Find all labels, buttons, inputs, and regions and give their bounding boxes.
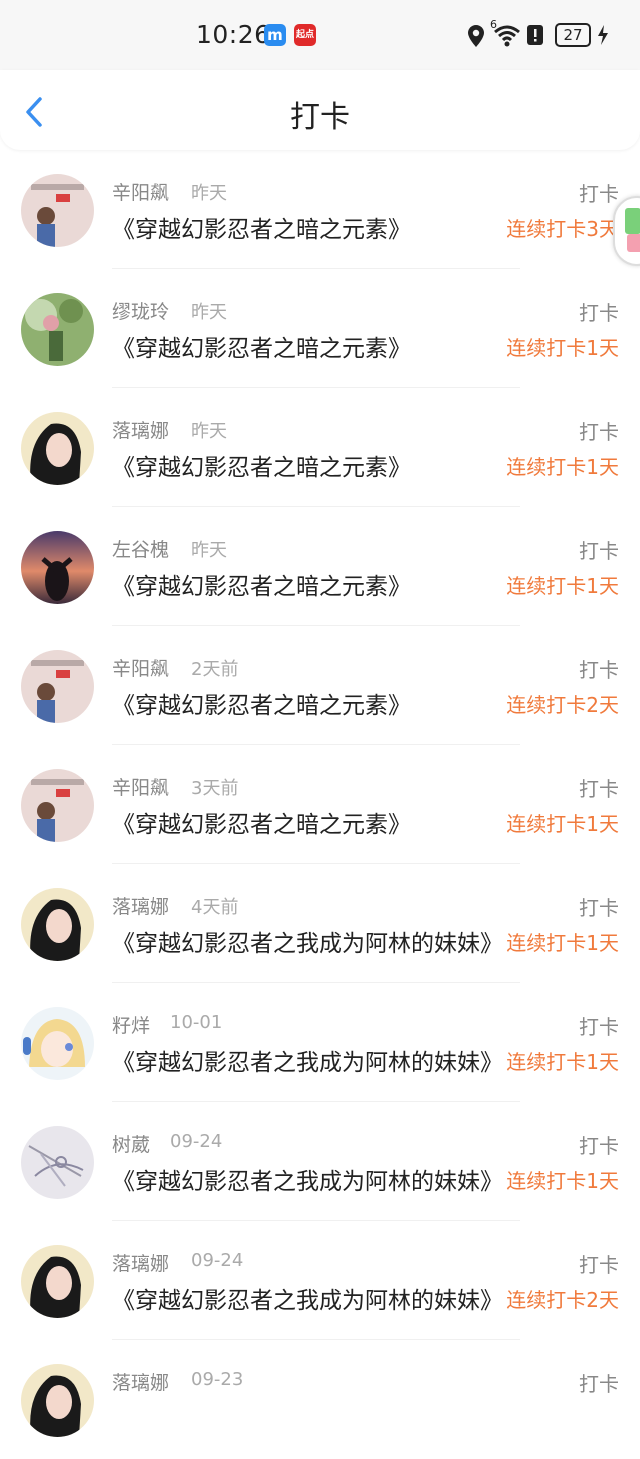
checkin-time: 10-01: [170, 1012, 223, 1033]
navigation-bar: 打卡: [0, 70, 640, 150]
book-title[interactable]: 《穿越幻影忍者之暗之元素》: [112, 567, 504, 601]
checkin-time: 昨天: [191, 421, 227, 442]
qidian-icon: 起点: [294, 24, 316, 46]
avatar[interactable]: [21, 293, 94, 366]
status-bar: 10:26 m 起点 6 27: [0, 0, 640, 70]
list-item[interactable]: 辛阳飙 2天前 打卡 《穿越幻影忍者之暗之元素》 连续打卡2天: [0, 626, 640, 745]
list-item[interactable]: 落璃娜 09-23 打卡: [0, 1340, 640, 1459]
avatar[interactable]: [21, 1364, 94, 1437]
status-time: 10:26: [196, 20, 271, 49]
list-item[interactable]: 缪珑玲 昨天 打卡 《穿越幻影忍者之暗之元素》 连续打卡1天: [0, 269, 640, 388]
list-item[interactable]: 辛阳飙 昨天 打卡 《穿越幻影忍者之暗之元素》 连续打卡3天: [0, 150, 640, 269]
checkin-time: 昨天: [191, 302, 227, 323]
streak-count: 连续打卡1天: [506, 1050, 619, 1074]
streak-count: 连续打卡1天: [506, 931, 619, 955]
streak-count: 连续打卡2天: [506, 1288, 619, 1312]
list-item[interactable]: 树葳 09-24 打卡 《穿越幻影忍者之我成为阿林的妹妹》 连续打卡1天: [0, 1102, 640, 1221]
floating-widget[interactable]: [613, 196, 640, 266]
username[interactable]: 缪珑玲: [112, 297, 169, 324]
streak-count: 连续打卡2天: [506, 693, 619, 717]
checkin-time: 09-23: [191, 1369, 244, 1390]
network-type-label: 6: [490, 18, 497, 31]
username[interactable]: 树葳: [112, 1130, 150, 1157]
checkin-label: 打卡: [579, 777, 619, 801]
username[interactable]: 辛阳飙: [112, 654, 169, 681]
checkin-time: 09-24: [191, 1250, 244, 1271]
avatar[interactable]: [21, 888, 94, 961]
username[interactable]: 籽烊: [112, 1011, 150, 1038]
streak-count: 连续打卡1天: [506, 812, 619, 836]
streak-count: 连续打卡1天: [506, 336, 619, 360]
meituan-m-icon: m: [264, 24, 286, 46]
charging-icon: [597, 24, 609, 50]
book-title[interactable]: 《穿越幻影忍者之我成为阿林的妹妹》: [112, 1281, 504, 1315]
book-title[interactable]: 《穿越幻影忍者之我成为阿林的妹妹》: [112, 1043, 504, 1077]
checkin-label: 打卡: [579, 420, 619, 444]
book-title[interactable]: 《穿越幻影忍者之我成为阿林的妹妹》: [112, 1162, 504, 1196]
streak-count: 连续打卡1天: [506, 574, 619, 598]
username[interactable]: 左谷槐: [112, 535, 169, 562]
checkin-time: 09-24: [170, 1131, 223, 1152]
gift-icon: [625, 208, 640, 252]
book-title[interactable]: 《穿越幻影忍者之暗之元素》: [112, 329, 504, 363]
avatar[interactable]: [21, 1007, 94, 1080]
list-item[interactable]: 落璃娜 昨天 打卡 《穿越幻影忍者之暗之元素》 连续打卡1天: [0, 388, 640, 507]
streak-count: 连续打卡1天: [506, 455, 619, 479]
page-title: 打卡: [290, 100, 350, 135]
avatar[interactable]: [21, 1126, 94, 1199]
checkin-label: 打卡: [579, 658, 619, 682]
avatar[interactable]: [21, 1245, 94, 1318]
alert-icon: [526, 24, 544, 50]
book-title[interactable]: 《穿越幻影忍者之暗之元素》: [112, 805, 504, 839]
checkin-time: 昨天: [191, 540, 227, 561]
checkin-time: 2天前: [191, 659, 239, 680]
list-item[interactable]: 落璃娜 09-24 打卡 《穿越幻影忍者之我成为阿林的妹妹》 连续打卡2天: [0, 1221, 640, 1340]
list-item[interactable]: 左谷槐 昨天 打卡 《穿越幻影忍者之暗之元素》 连续打卡1天: [0, 507, 640, 626]
book-title[interactable]: 《穿越幻影忍者之暗之元素》: [112, 210, 504, 244]
checkin-label: 打卡: [579, 896, 619, 920]
avatar[interactable]: [21, 412, 94, 485]
checkin-label: 打卡: [579, 301, 619, 325]
username[interactable]: 落璃娜: [112, 1368, 169, 1395]
checkin-time: 昨天: [191, 183, 227, 204]
username[interactable]: 落璃娜: [112, 1249, 169, 1276]
avatar[interactable]: [21, 769, 94, 842]
list-item[interactable]: 落璃娜 4天前 打卡 《穿越幻影忍者之我成为阿林的妹妹》 连续打卡1天: [0, 864, 640, 983]
checkin-label: 打卡: [579, 182, 619, 206]
streak-count: 连续打卡1天: [506, 1169, 619, 1193]
book-title[interactable]: 《穿越幻影忍者之我成为阿林的妹妹》: [112, 924, 504, 958]
username[interactable]: 辛阳飙: [112, 773, 169, 800]
checkin-label: 打卡: [579, 539, 619, 563]
avatar[interactable]: [21, 531, 94, 604]
avatar[interactable]: [21, 650, 94, 723]
book-title[interactable]: 《穿越幻影忍者之暗之元素》: [112, 448, 504, 482]
location-icon: [467, 24, 485, 52]
username[interactable]: 落璃娜: [112, 416, 169, 443]
username[interactable]: 落璃娜: [112, 892, 169, 919]
list-item[interactable]: 籽烊 10-01 打卡 《穿越幻影忍者之我成为阿林的妹妹》 连续打卡1天: [0, 983, 640, 1102]
book-title[interactable]: 《穿越幻影忍者之暗之元素》: [112, 686, 504, 720]
username[interactable]: 辛阳飙: [112, 178, 169, 205]
avatar[interactable]: [21, 174, 94, 247]
checkin-label: 打卡: [579, 1134, 619, 1158]
checkin-label: 打卡: [579, 1372, 619, 1396]
battery-level: 27: [555, 23, 591, 47]
checkin-time: 4天前: [191, 897, 239, 918]
list-item[interactable]: 辛阳飙 3天前 打卡 《穿越幻影忍者之暗之元素》 连续打卡1天: [0, 745, 640, 864]
checkin-list: 辛阳飙 昨天 打卡 《穿越幻影忍者之暗之元素》 连续打卡3天 缪珑玲 昨天 打卡…: [0, 150, 640, 1459]
checkin-label: 打卡: [579, 1253, 619, 1277]
checkin-label: 打卡: [579, 1015, 619, 1039]
checkin-time: 3天前: [191, 778, 239, 799]
streak-count: 连续打卡3天: [506, 217, 619, 241]
